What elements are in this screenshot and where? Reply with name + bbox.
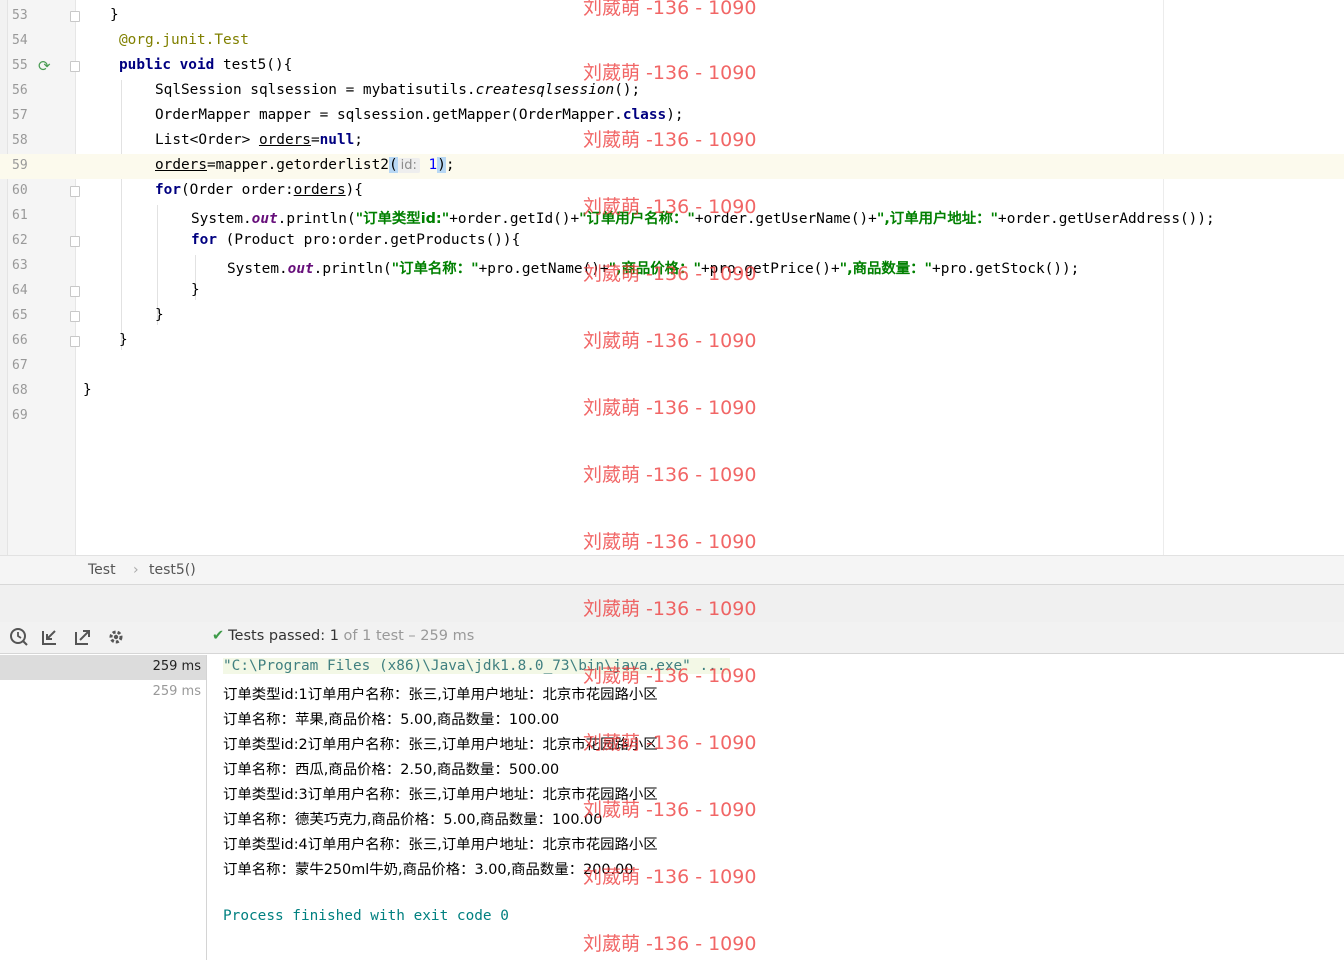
code-text: for(Order order:orders){ (155, 182, 363, 198)
code-text: } (119, 332, 128, 348)
line-number: 60 (12, 183, 28, 198)
code-text: System.out.println("订单类型id:"+order.getId… (191, 211, 1215, 227)
code-text: System.out.println("订单名称："+pro.getName()… (227, 261, 1080, 277)
fold-marker-icon[interactable] (70, 311, 80, 322)
line-number: 58 (12, 133, 28, 148)
line-number: 63 (12, 258, 28, 273)
code-line-55[interactable]: 55 ⟳ public void test5(){ (0, 54, 1344, 79)
console-line: 订单类型id:2订单用户名称：张三,订单用户地址：北京市花园路小区 (223, 737, 658, 753)
import-tests-icon[interactable] (39, 627, 61, 649)
line-number: 69 (12, 408, 28, 423)
code-text: orders=mapper.getorderlist2(id: 1); (155, 157, 455, 173)
status-detail: of 1 test – 259 ms (343, 628, 475, 644)
code-text: public void test5(){ (119, 57, 293, 73)
run-test-icon[interactable]: ⟳ (38, 57, 51, 75)
line-number: 64 (12, 283, 28, 298)
code-line-58[interactable]: 58 List<Order> orders=null; (0, 129, 1344, 154)
line-number: 67 (12, 358, 28, 373)
test-tree: 259 ms 259 ms (0, 655, 207, 960)
fold-marker-icon[interactable] (70, 61, 80, 72)
code-line-67[interactable]: 67 (0, 354, 1344, 379)
code-line-59-current[interactable]: 59 orders=mapper.getorderlist2(id: 1); (0, 154, 1344, 179)
line-number: 56 (12, 83, 28, 98)
breadcrumb-class[interactable]: Test (88, 562, 116, 578)
code-text: SqlSession sqlsession = mybatisutils.cre… (155, 82, 641, 98)
fold-marker-icon[interactable] (70, 336, 80, 347)
code-text: } (110, 7, 119, 23)
fold-marker-icon[interactable] (70, 186, 80, 197)
code-line-65[interactable]: 65 } (0, 304, 1344, 329)
code-text: } (155, 307, 164, 323)
fold-marker-icon[interactable] (70, 236, 80, 247)
code-text: } (83, 382, 92, 398)
console-line: 订单名称：苹果,商品价格：5.00,商品数量：100.00 (223, 712, 560, 728)
status-count: 1 (329, 628, 339, 644)
code-line-60[interactable]: 60 for(Order order:orders){ (0, 179, 1344, 204)
code-line-53[interactable]: 53 } (0, 4, 1344, 29)
code-line-62[interactable]: 62 for (Product pro:order.getProducts())… (0, 229, 1344, 254)
console-line: 订单类型id:1订单用户名称：张三,订单用户地址：北京市花园路小区 (223, 687, 658, 703)
code-line-57[interactable]: 57 OrderMapper mapper = sqlsession.getMa… (0, 104, 1344, 129)
code-line-66[interactable]: 66 } (0, 329, 1344, 354)
line-number: 68 (12, 383, 28, 398)
test-status: ✔ Tests passed: 1 of 1 test – 259 ms (212, 628, 474, 644)
breadcrumb: Test › test5() (0, 555, 1344, 585)
code-line-54[interactable]: 54 @org.junit.Test (0, 29, 1344, 54)
line-number: 65 (12, 308, 28, 323)
code-editor[interactable]: 53 } 54 @org.junit.Test 55 ⟳ public void… (0, 0, 1344, 555)
status-label: Tests passed: (228, 628, 326, 644)
code-line-64[interactable]: 64 } (0, 279, 1344, 304)
code-line-69[interactable]: 69 (0, 404, 1344, 429)
code-text: for (Product pro:order.getProducts()){ (191, 232, 521, 248)
export-icon[interactable] (72, 627, 94, 649)
line-number: 61 (12, 208, 28, 223)
code-line-63[interactable]: 63 System.out.println("订单名称："+pro.getNam… (0, 254, 1344, 279)
panel-divider (0, 585, 1344, 622)
console-line: 订单名称：西瓜,商品价格：2.50,商品数量：500.00 (223, 762, 560, 778)
line-number: 66 (12, 333, 28, 348)
parameter-hint: id: (397, 158, 420, 173)
line-number: 53 (12, 8, 28, 23)
test-tree-row-root[interactable]: 259 ms (0, 655, 206, 680)
line-number: 59 (12, 158, 28, 173)
test-tree-row-test5[interactable]: 259 ms (0, 680, 206, 705)
console-exit-message: Process finished with exit code 0 (223, 908, 509, 924)
console-line: 订单名称：德芙巧克力,商品价格：5.00,商品数量：100.00 (223, 812, 603, 828)
code-text: OrderMapper mapper = sqlsession.getMappe… (155, 107, 684, 123)
fold-marker-icon[interactable] (70, 11, 80, 22)
line-number: 57 (12, 108, 28, 123)
line-number: 62 (12, 233, 28, 248)
line-number: 54 (12, 33, 28, 48)
console-line: 订单类型id:3订单用户名称：张三,订单用户地址：北京市花园路小区 (223, 787, 658, 803)
code-text: } (191, 282, 200, 298)
console-output[interactable]: "C:\Program Files (x86)\Java\jdk1.8.0_73… (208, 655, 1344, 960)
check-icon: ✔ (212, 628, 225, 644)
history-icon[interactable] (8, 627, 30, 649)
code-text: @org.junit.Test (119, 32, 249, 48)
code-text: List<Order> orders=null; (155, 132, 363, 148)
console-line: 订单类型id:4订单用户名称：张三,订单用户地址：北京市花园路小区 (223, 837, 658, 853)
code-line-61[interactable]: 61 System.out.println("订单类型id:"+order.ge… (0, 204, 1344, 229)
fold-marker-icon[interactable] (70, 286, 80, 297)
breadcrumb-method[interactable]: test5() (149, 562, 196, 578)
settings-icon[interactable] (105, 627, 127, 649)
code-line-56[interactable]: 56 SqlSession sqlsession = mybatisutils.… (0, 79, 1344, 104)
run-toolbar: ✔ Tests passed: 1 of 1 test – 259 ms (0, 622, 1344, 654)
console-command-line: "C:\Program Files (x86)\Java\jdk1.8.0_73… (223, 658, 730, 674)
breadcrumb-separator: › (133, 562, 139, 578)
code-line-68[interactable]: 68 } (0, 379, 1344, 404)
console-line: 订单名称：蒙牛250ml牛奶,商品价格：3.00,商品数量：200.00 (223, 862, 634, 878)
